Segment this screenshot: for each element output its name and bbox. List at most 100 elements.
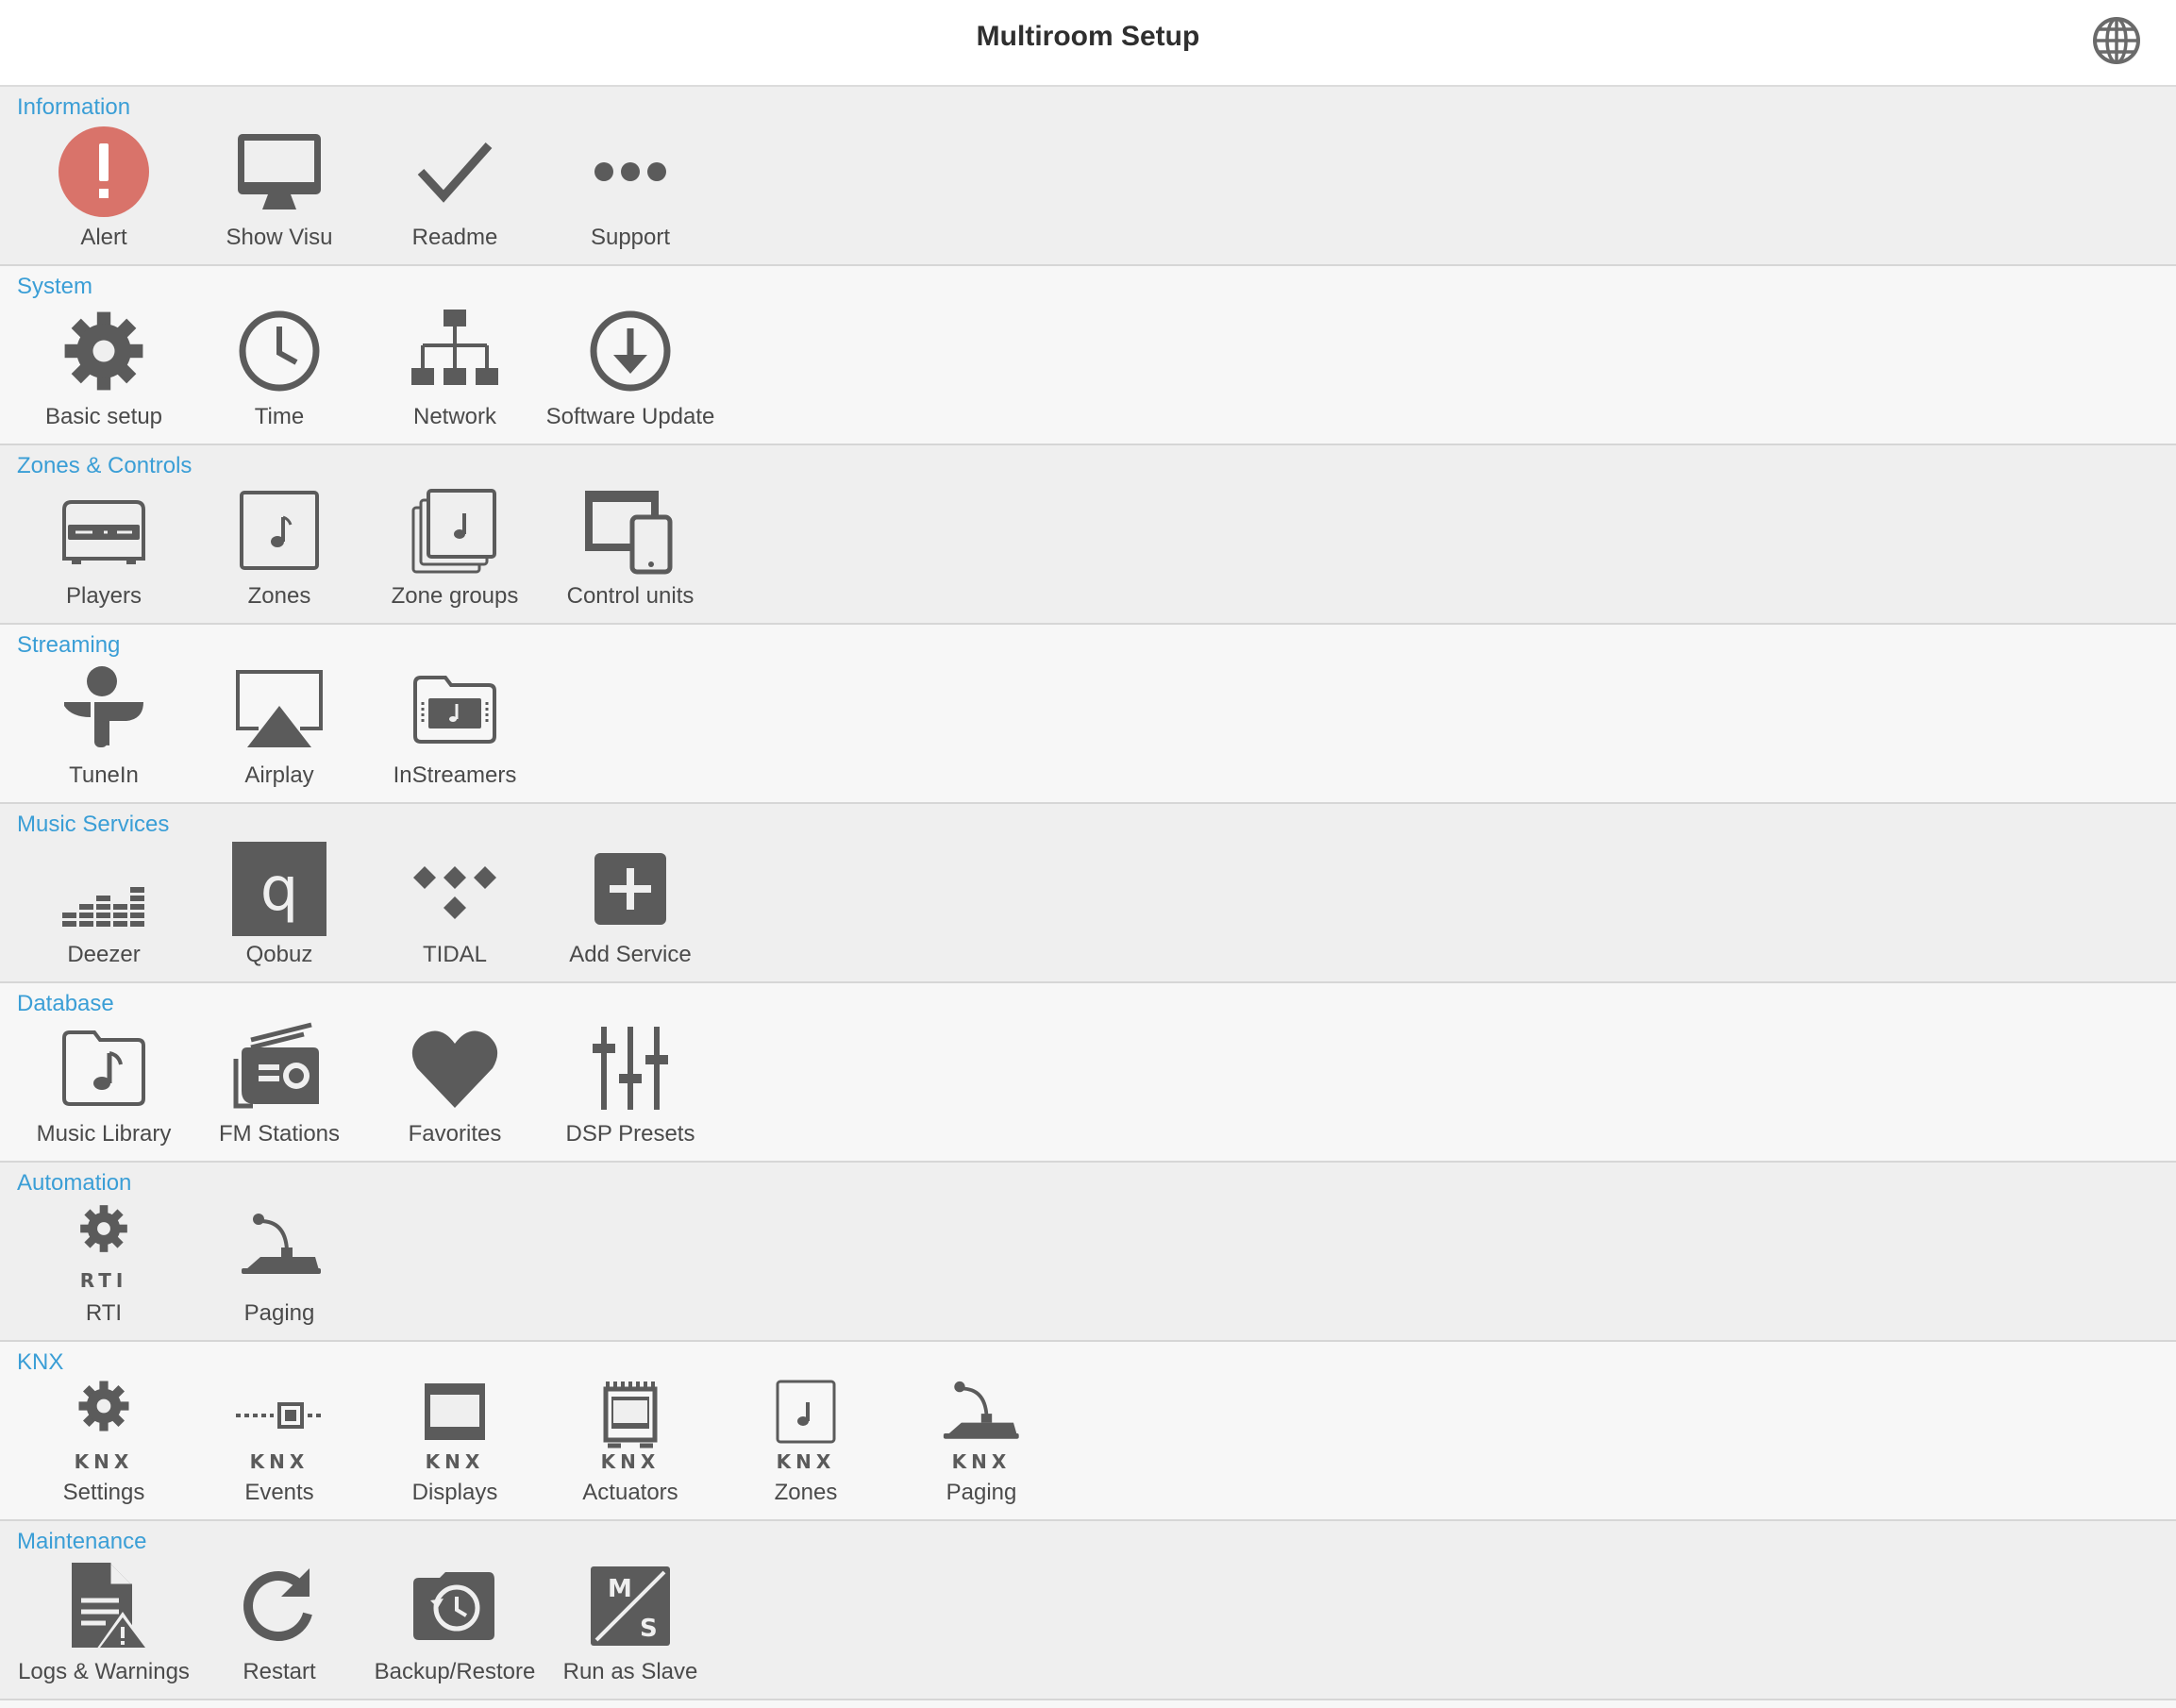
backup-icon: [408, 1559, 502, 1653]
qobuz-icon: q: [232, 842, 326, 936]
gear-icon: [57, 304, 151, 398]
menu-item-readme[interactable]: Readme: [367, 125, 543, 264]
svg-text:KNX: KNX: [250, 1450, 310, 1473]
checkmark-icon: [408, 125, 502, 219]
menu-item-label: Control units: [566, 583, 695, 609]
svg-text:KNX: KNX: [426, 1450, 485, 1473]
section-information: Information Alert Show Visu Readme Support: [0, 87, 2176, 266]
menu-item-label: DSP Presets: [565, 1121, 695, 1147]
menu-item-instreamers[interactable]: InStreamers: [367, 662, 543, 802]
menu-item-rti[interactable]: RTI RTI: [16, 1200, 192, 1340]
menu-item-dsp-presets[interactable]: DSP Presets: [543, 1021, 718, 1161]
menu-item-settings[interactable]: KNX Settings: [16, 1380, 192, 1519]
menu-item-support[interactable]: Support: [543, 125, 718, 264]
section-title: Zones & Controls: [17, 453, 192, 478]
svg-text:q: q: [260, 855, 299, 925]
menu-item-basic-setup[interactable]: Basic setup: [16, 304, 192, 444]
player-device-icon: [57, 483, 151, 578]
music-zone-icon: [232, 483, 326, 578]
section-title: Information: [17, 94, 131, 120]
menu-item-time[interactable]: Time: [192, 304, 367, 444]
menu-item-tunein[interactable]: TuneIn: [16, 662, 192, 802]
menu-item-qobuz[interactable]: q Qobuz: [192, 842, 367, 981]
section-items: RTI RTI Paging: [0, 1200, 2176, 1340]
menu-item-airplay[interactable]: Airplay: [192, 662, 367, 802]
ellipsis-icon: [583, 125, 678, 219]
zone-groups-icon: [408, 483, 502, 578]
menu-item-alert[interactable]: Alert: [16, 125, 192, 264]
network-icon: [408, 304, 502, 398]
menu-item-events[interactable]: KNX Events: [192, 1380, 367, 1519]
menu-item-label: Support: [590, 225, 671, 250]
deezer-icon: [57, 842, 151, 936]
knx-display-icon: KNX: [408, 1380, 502, 1474]
menu-item-music-library[interactable]: Music Library: [16, 1021, 192, 1161]
instreamer-icon: [408, 662, 502, 757]
menu-item-players[interactable]: Players: [16, 483, 192, 623]
radio-icon: [232, 1021, 326, 1115]
svg-text:KNX: KNX: [952, 1450, 1012, 1473]
section-items: Deezer q Qobuz TIDAL Add Service: [0, 842, 2176, 981]
svg-text:S: S: [640, 1615, 658, 1643]
menu-item-control-units[interactable]: Control units: [543, 483, 718, 623]
svg-text:KNX: KNX: [601, 1450, 661, 1473]
svg-text:RTI: RTI: [80, 1269, 128, 1292]
menu-item-zones[interactable]: KNX Zones: [718, 1380, 894, 1519]
menu-item-fm-stations[interactable]: FM Stations: [192, 1021, 367, 1161]
menu-item-label: Paging: [946, 1480, 1017, 1505]
menu-item-tidal[interactable]: TIDAL: [367, 842, 543, 981]
menu-item-zone-groups[interactable]: Zone groups: [367, 483, 543, 623]
menu-item-logs-warnings[interactable]: Logs & Warnings: [16, 1559, 192, 1699]
microphone-icon: [232, 1200, 326, 1295]
download-icon: [583, 304, 678, 398]
settings-sections: Information Alert Show Visu Readme Support Sy…: [0, 87, 2176, 1700]
menu-item-paging[interactable]: Paging: [192, 1200, 367, 1340]
section-automation: Automation RTI RTI Paging: [0, 1163, 2176, 1342]
menu-item-add-service[interactable]: Add Service: [543, 842, 718, 981]
section-items: KNX Settings KNX Events KNX Displays KNX Actuat…: [0, 1380, 2176, 1519]
section-streaming: Streaming TuneIn Airplay InStreamers: [0, 625, 2176, 804]
menu-item-displays[interactable]: KNX Displays: [367, 1380, 543, 1519]
rti-gear-icon: RTI: [57, 1200, 151, 1295]
menu-item-actuators[interactable]: KNX Actuators: [543, 1380, 718, 1519]
menu-item-backup-restore[interactable]: Backup/Restore: [367, 1559, 543, 1699]
menu-item-network[interactable]: Network: [367, 304, 543, 444]
globe-icon[interactable]: [2091, 15, 2142, 66]
menu-item-paging[interactable]: KNX Paging: [894, 1380, 1069, 1519]
menu-item-favorites[interactable]: Favorites: [367, 1021, 543, 1161]
svg-text:KNX: KNX: [777, 1450, 836, 1473]
clock-icon: [232, 304, 326, 398]
log-warning-icon: [57, 1559, 151, 1653]
menu-item-deezer[interactable]: Deezer: [16, 842, 192, 981]
section-title: Maintenance: [17, 1529, 147, 1554]
menu-item-software-update[interactable]: Software Update: [543, 304, 718, 444]
section-items: Logs & Warnings Restart Backup/Restore M S Ru…: [0, 1559, 2176, 1699]
section-items: Alert Show Visu Readme Support: [0, 125, 2176, 264]
menu-item-restart[interactable]: Restart: [192, 1559, 367, 1699]
section-music-services: Music Services Deezer q Qobuz TIDAL Add Servi…: [0, 804, 2176, 983]
monitor-icon: [232, 125, 326, 219]
menu-item-show-visu[interactable]: Show Visu: [192, 125, 367, 264]
section-items: TuneIn Airplay InStreamers: [0, 662, 2176, 802]
section-title: Automation: [17, 1170, 132, 1196]
menu-item-label: InStreamers: [393, 762, 517, 788]
section-database: Database Music Library FM Stations Favorite…: [0, 983, 2176, 1163]
section-items: Basic setup Time Network Software Update: [0, 304, 2176, 444]
tidal-icon: [408, 842, 502, 936]
menu-item-label: Paging: [243, 1300, 315, 1326]
knx-microphone-icon: KNX: [934, 1380, 1029, 1474]
section-knx: KNX KNX Settings KNX Events KNX Displays KNX Act…: [0, 1342, 2176, 1521]
svg-text:KNX: KNX: [75, 1450, 134, 1473]
section-zones-controls: Zones & Controls Players Zones Zone groups C…: [0, 445, 2176, 625]
knx-events-icon: KNX: [232, 1380, 326, 1474]
top-bar: Multiroom Setup: [0, 0, 2176, 87]
devices-icon: [583, 483, 678, 578]
section-title: KNX: [17, 1349, 64, 1375]
knx-gear-icon: KNX: [57, 1380, 151, 1474]
heart-icon: [408, 1021, 502, 1115]
restart-icon: [232, 1559, 326, 1653]
section-title: Database: [17, 991, 114, 1016]
menu-item-run-as-slave[interactable]: M S Run as Slave: [543, 1559, 718, 1699]
menu-item-zones[interactable]: Zones: [192, 483, 367, 623]
section-items: Players Zones Zone groups Control units: [0, 483, 2176, 623]
